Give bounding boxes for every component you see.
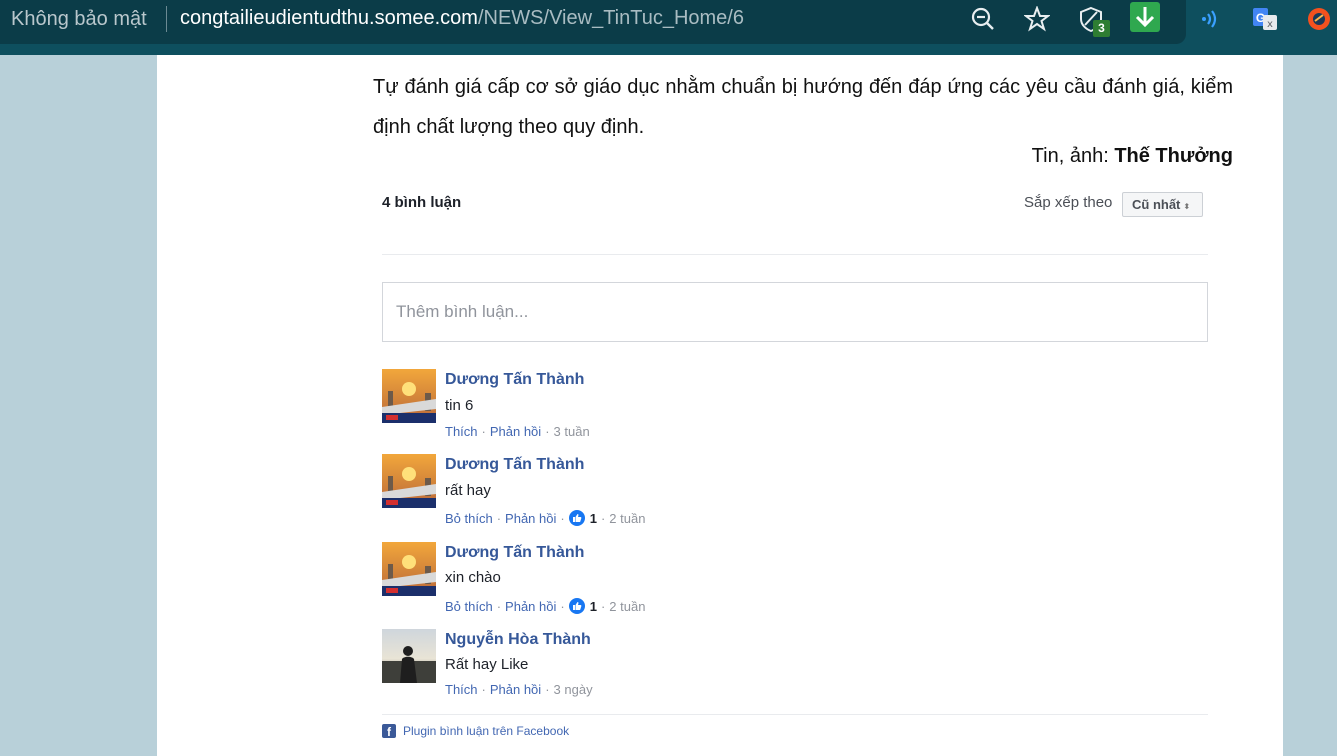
comment-actions: Thích · Phản hồi · 3 ngày xyxy=(445,682,593,697)
comment-text: rất hay xyxy=(445,482,491,499)
star-icon[interactable] xyxy=(1022,4,1052,34)
svg-text:x: x xyxy=(1267,19,1273,30)
separator-dot: · xyxy=(560,598,565,614)
unlike-link[interactable]: Bỏ thích xyxy=(445,599,493,614)
separator-dot: · xyxy=(481,682,486,697)
article-credit: Tin, ảnh: Thế Thưởng xyxy=(1032,145,1233,168)
address-bar[interactable]: Không bảo mật congtailieudientudthu.some… xyxy=(0,0,1186,44)
comment-item: Dương Tấn Thành xin chào Bỏ thích · Phản h… xyxy=(382,542,1208,622)
like-count: 1 xyxy=(589,510,597,526)
like-thumb-icon xyxy=(568,598,585,614)
comment-time[interactable]: 3 ngày xyxy=(554,682,593,697)
comment-item: Dương Tấn Thành rất hay Bỏ thích · Phản hồ… xyxy=(382,454,1208,534)
credit-author: Thế Thưởng xyxy=(1114,145,1233,167)
comment-actions: Bỏ thích · Phản hồi · 1 · 2 tuần xyxy=(445,598,645,614)
separator-dot: · xyxy=(545,682,550,697)
url-text[interactable]: congtailieudientudthu.somee.com/NEWS/Vie… xyxy=(180,7,744,30)
plugin-footer[interactable]: f Plugin bình luận trên Facebook xyxy=(382,724,569,739)
avatar[interactable] xyxy=(382,454,436,508)
separator-dot: · xyxy=(481,424,486,439)
sort-label: Sắp xếp theo xyxy=(1024,194,1113,211)
divider xyxy=(382,254,1208,255)
sort-dropdown[interactable]: Cũ nhất ⬍ xyxy=(1122,192,1203,217)
url-path: /NEWS/View_TinTuc_Home/6 xyxy=(477,7,744,29)
separator-dot: · xyxy=(545,424,550,439)
sort-arrows-icon: ⬍ xyxy=(1183,202,1191,211)
comment-input-box[interactable] xyxy=(382,282,1208,342)
comment-text: Rất hay Like xyxy=(445,656,529,673)
separator-dot: · xyxy=(560,510,565,526)
avatar[interactable] xyxy=(382,629,436,683)
reply-link[interactable]: Phản hồi xyxy=(505,511,556,526)
article-text: Tự đánh giá cấp cơ sở giáo dục nhằm chuẩ… xyxy=(373,76,1233,138)
comment-item: Nguyễn Hòa Thành Rất hay Like Thích · Phản… xyxy=(382,629,1208,709)
plugin-label[interactable]: Plugin bình luận trên Facebook xyxy=(403,724,569,738)
comment-author[interactable]: Dương Tấn Thành xyxy=(445,456,584,474)
credit-prefix: Tin, ảnh: xyxy=(1031,145,1115,167)
reply-link[interactable]: Phản hồi xyxy=(490,424,541,439)
comment-author[interactable]: Nguyễn Hòa Thành xyxy=(445,631,591,649)
comment-count: 4 bình luận xyxy=(382,194,462,211)
like-link[interactable]: Thích xyxy=(445,424,478,439)
comment-actions: Thích · Phản hồi · 3 tuần xyxy=(445,424,590,439)
extension-badge: 3 xyxy=(1093,20,1110,37)
divider xyxy=(382,714,1208,715)
browser-toolbar: Không bảo mật congtailieudientudthu.some… xyxy=(0,0,1337,55)
comment-text: xin chào xyxy=(445,569,501,586)
comment-text: tin 6 xyxy=(445,397,474,414)
wifi-icon[interactable] xyxy=(1196,4,1226,34)
download-icon[interactable] xyxy=(1130,2,1160,32)
security-label[interactable]: Không bảo mật xyxy=(11,8,147,31)
profile-icon[interactable] xyxy=(1304,4,1334,34)
like-count: 1 xyxy=(589,598,597,614)
url-host: congtailieudientudthu.somee.com xyxy=(180,7,478,29)
unlike-link[interactable]: Bỏ thích xyxy=(445,511,493,526)
comment-input[interactable] xyxy=(383,283,1207,341)
comment-item: Dương Tấn Thành tin 6 Thích · Phản hồi · 3 t… xyxy=(382,369,1208,449)
comment-author[interactable]: Dương Tấn Thành xyxy=(445,544,584,562)
like-link[interactable]: Thích xyxy=(445,682,478,697)
comment-time[interactable]: 3 tuần xyxy=(554,424,590,439)
translate-icon[interactable]: Gx xyxy=(1250,4,1280,34)
separator-dot: · xyxy=(496,598,502,614)
address-divider xyxy=(166,6,167,32)
like-thumb-icon xyxy=(568,510,585,526)
zoom-out-icon[interactable] xyxy=(968,4,998,34)
reply-link[interactable]: Phản hồi xyxy=(490,682,541,697)
sort-value: Cũ nhất xyxy=(1132,197,1181,212)
facebook-icon: f xyxy=(382,724,396,739)
separator-dot: · xyxy=(600,510,606,526)
separator-dot: · xyxy=(496,510,502,526)
comment-time[interactable]: 2 tuần xyxy=(609,599,645,614)
comment-actions: Bỏ thích · Phản hồi · 1 · 2 tuần xyxy=(445,510,645,526)
separator-dot: · xyxy=(600,598,606,614)
avatar[interactable] xyxy=(382,542,436,596)
avatar[interactable] xyxy=(382,369,436,423)
reply-link[interactable]: Phản hồi xyxy=(505,599,556,614)
comment-time[interactable]: 2 tuần xyxy=(609,511,645,526)
comment-author[interactable]: Dương Tấn Thành xyxy=(445,371,584,389)
